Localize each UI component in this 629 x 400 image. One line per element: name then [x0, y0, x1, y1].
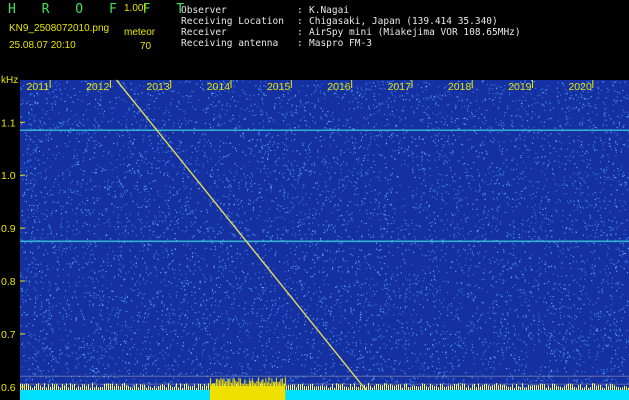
x-tick-label: 2011: [27, 81, 50, 93]
baseline-band: [20, 390, 629, 400]
y-tick-label: 1.1: [1, 117, 16, 129]
x-tick-label: 2012: [86, 81, 110, 93]
y-tick-label: 0.7: [1, 329, 16, 341]
x-tick-label: 2020: [568, 81, 592, 93]
x-tick-label: 2016: [327, 81, 351, 93]
y-tick-label: 0.8: [1, 276, 16, 288]
x-tick-label: 2019: [508, 81, 532, 93]
x-tick-label: 2017: [388, 81, 412, 93]
y-tick-label: 1.0: [1, 170, 16, 182]
y-tick-label: 0.6: [1, 382, 16, 394]
y-tick-label: 0.9: [1, 223, 16, 235]
spectrogram-chart: 2011 2012 2013 2014 2015 2016 2017 2018 2019 2020…: [1, 75, 629, 400]
x-tick-label: 2015: [267, 81, 291, 93]
x-tick-label: 2018: [448, 81, 472, 93]
y-axis-label: kHz: [1, 75, 18, 86]
burst-block: [209, 386, 286, 400]
x-tick-label: 2014: [207, 81, 231, 93]
x-tick-label: 2013: [146, 81, 170, 93]
